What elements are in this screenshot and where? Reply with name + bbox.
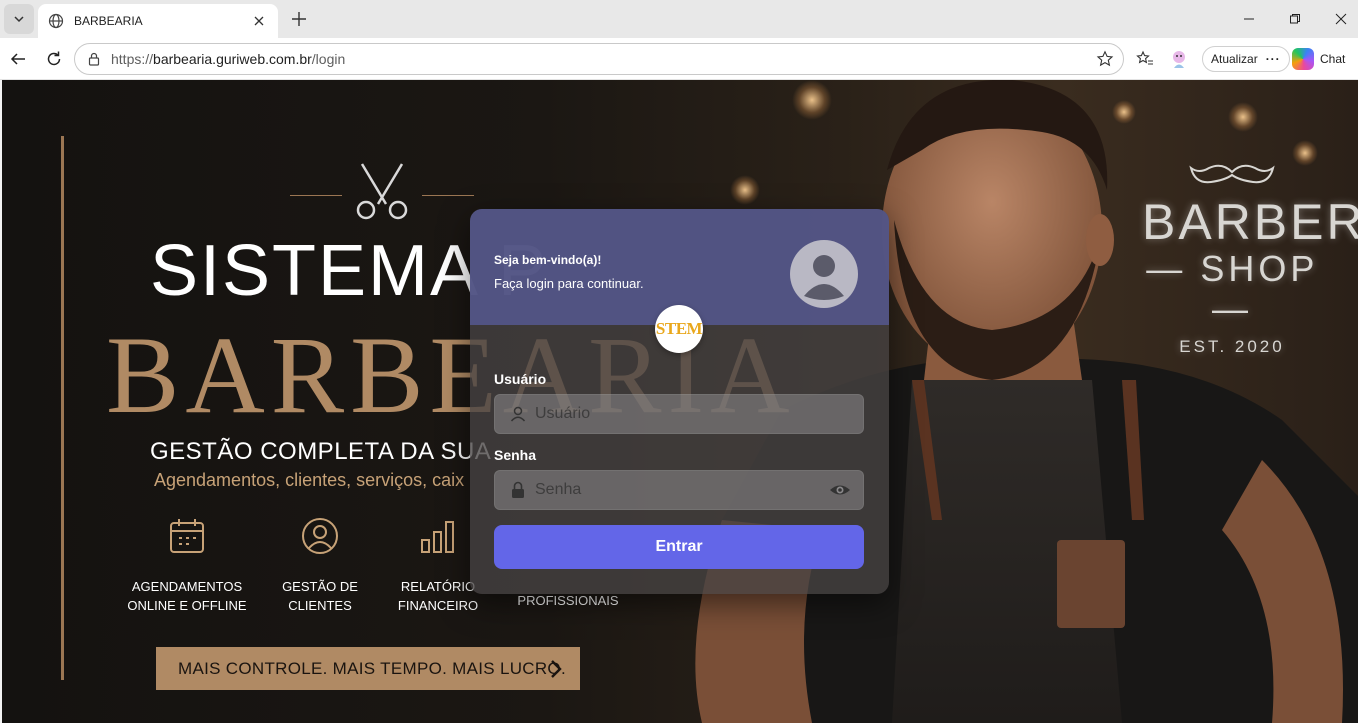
scissors-icon [356,163,408,220]
tab-actions-button[interactable] [4,4,34,34]
chevron-right-icon [551,660,562,678]
copilot-icon [1292,48,1314,70]
welcome-subtitle: Faça login para continuar. [494,276,644,291]
close-tab-icon[interactable] [250,12,268,30]
sign-line-shop: — SHOP — [1146,248,1318,329]
sign-line-est: EST. 2020 [1179,337,1285,356]
cta-text: MAIS CONTROLE. MAIS TEMPO. MAIS LUCRO. [178,658,566,678]
minimize-icon [1244,18,1254,20]
barber-shop-sign: BARBER — SHOP — EST. 2020 [1142,160,1358,357]
tab-strip: BARBEARIA [0,0,1358,38]
favorites-list-icon [1136,50,1153,65]
chevron-down-icon [14,16,24,23]
more-options-icon[interactable]: ··· [1266,52,1281,66]
login-submit-button[interactable]: Entrar [494,525,864,569]
welcome-title: Seja bem-vindo(a)! [494,253,602,267]
company-logo: STEM [655,305,703,353]
profile-avatar-icon [1173,51,1185,68]
bar-chart-icon [421,521,454,553]
globe-icon [48,13,64,29]
calendar-icon [170,519,204,553]
update-browser-button[interactable]: Atualizar ··· [1202,46,1290,72]
url-text: https://barbearia.guriweb.com.br/login [111,51,346,67]
lock-icon [88,52,100,66]
user-circle-icon [302,518,338,554]
address-bar[interactable]: https://barbearia.guriweb.com.br/login [74,43,1124,75]
favorites-button[interactable] [1131,45,1159,73]
feature-label: AGENDAMENTOS ONLINE E OFFLINE [127,579,247,613]
restore-button[interactable] [1272,4,1318,34]
password-label: Senha [494,447,537,463]
restore-icon [1290,14,1300,24]
show-password-icon[interactable] [829,481,851,499]
login-page: BARBER — SHOP — EST. 2020 SISTEMA P BARB… [2,80,1358,723]
username-field [494,394,864,434]
decorative-gold-line [61,136,64,680]
sign-line-barber: BARBER [1142,194,1358,250]
hero-subtitle: GESTÃO COMPLETA DA SUA [150,438,492,465]
copilot-chat-button[interactable]: Chat [1292,46,1345,72]
feature-scheduling: AGENDAMENTOS ONLINE E OFFLINE [117,516,257,615]
password-field [494,470,864,510]
username-label: Usuário [494,371,547,387]
reload-button[interactable] [40,45,68,73]
hero-tagline: Agendamentos, clientes, serviços, caix [154,470,465,490]
username-input[interactable] [535,395,825,433]
password-input[interactable] [535,471,825,509]
favorite-star-icon[interactable] [1093,47,1117,71]
plus-icon [292,12,306,26]
user-icon [510,406,526,422]
login-card: Seja bem-vindo(a)! Faça login para conti… [470,209,889,594]
cta-banner[interactable]: MAIS CONTROLE. MAIS TEMPO. MAIS LUCRO. [156,647,580,690]
update-label: Atualizar [1211,52,1258,66]
back-button[interactable] [4,45,32,73]
profile-button[interactable] [1165,45,1193,73]
close-icon [1335,13,1347,25]
arrow-left-icon [10,53,25,65]
tab-title: BARBEARIA [74,14,143,28]
reload-icon [47,51,61,66]
active-tab[interactable]: BARBEARIA [38,4,278,38]
minimize-button[interactable] [1226,4,1272,34]
lock-icon [512,481,524,498]
chat-label: Chat [1320,52,1346,66]
browser-toolbar: https://barbearia.guriweb.com.br/login A… [0,38,1358,80]
close-window-button[interactable] [1318,4,1358,34]
user-avatar-icon [790,240,858,308]
decorative-line-left [290,195,342,196]
new-tab-button[interactable] [286,6,312,32]
decorative-line-right [422,195,474,196]
mustache-icon [1189,164,1275,184]
